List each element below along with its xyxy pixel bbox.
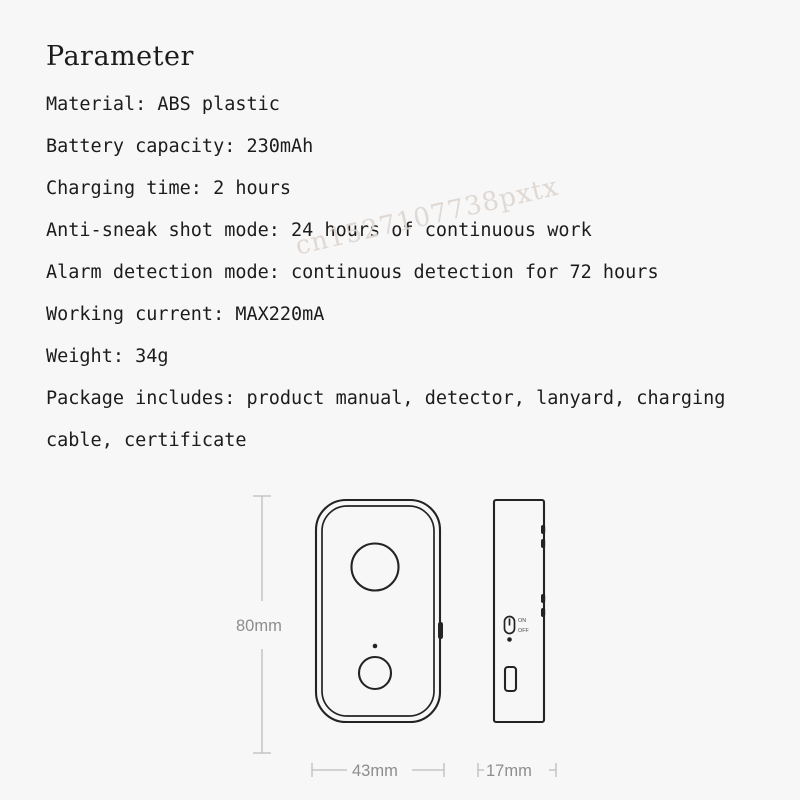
page-title: Parameter bbox=[46, 41, 194, 72]
side-edge-notch-2 bbox=[541, 539, 546, 548]
sensor-circle bbox=[357, 655, 393, 691]
spec-line-material: Material: ABS plastic bbox=[46, 94, 280, 115]
height-dimension: 80mm bbox=[236, 495, 282, 754]
product-spec-page: Parameter Material: ABS plastic Battery … bbox=[0, 0, 800, 800]
side-edge-notch-1 bbox=[541, 525, 546, 534]
specification-block: Parameter Material: ABS plastic Battery … bbox=[46, 36, 786, 462]
spec-line-working-current: Working current: MAX220mA bbox=[46, 304, 325, 325]
device-side-body bbox=[492, 498, 546, 724]
spec-line-anti-sneak-shot-mode: Anti-sneak shot mode: 24 hours of contin… bbox=[46, 220, 592, 241]
usb-charging-port bbox=[503, 665, 518, 693]
side-button-tab bbox=[438, 622, 443, 639]
side-edge-notch-4 bbox=[541, 608, 546, 617]
side-edge-notch-3 bbox=[541, 594, 546, 603]
side-width-dimension-label: 17mm bbox=[486, 762, 532, 780]
spec-line-package-includes: Package includes: product manual, detect… bbox=[46, 388, 726, 409]
switch-off-label: OFF bbox=[518, 628, 529, 634]
led-indicator-dot-front bbox=[372, 643, 378, 649]
device-front-view bbox=[314, 498, 443, 724]
spec-line-package-includes-cont: cable, certificate bbox=[46, 430, 247, 451]
spec-line-weight: Weight: 34g bbox=[46, 346, 169, 367]
device-side-view: ON OFF bbox=[492, 498, 546, 724]
switch-on-label: ON bbox=[518, 618, 526, 624]
side-width-dimension: 17mm bbox=[477, 762, 557, 780]
height-dimension-label: 80mm bbox=[236, 617, 282, 635]
camera-lens-circle bbox=[350, 542, 400, 592]
product-dimension-diagram: 80mm ON OFF 43mm 17mm bbox=[0, 470, 800, 800]
spec-line-charging-time: Charging time: 2 hours bbox=[46, 178, 292, 199]
spec-list: Material: ABS plastic Battery capacity: … bbox=[46, 84, 786, 462]
spec-line-battery-capacity: Battery capacity: 230mAh bbox=[46, 136, 314, 157]
front-width-dimension-label: 43mm bbox=[352, 762, 398, 780]
device-front-inner-shell bbox=[321, 505, 435, 717]
front-width-dimension: 43mm bbox=[311, 762, 445, 780]
spec-line-alarm-detection-mode: Alarm detection mode: continuous detecti… bbox=[46, 262, 659, 283]
power-switch-icon bbox=[503, 615, 516, 642]
